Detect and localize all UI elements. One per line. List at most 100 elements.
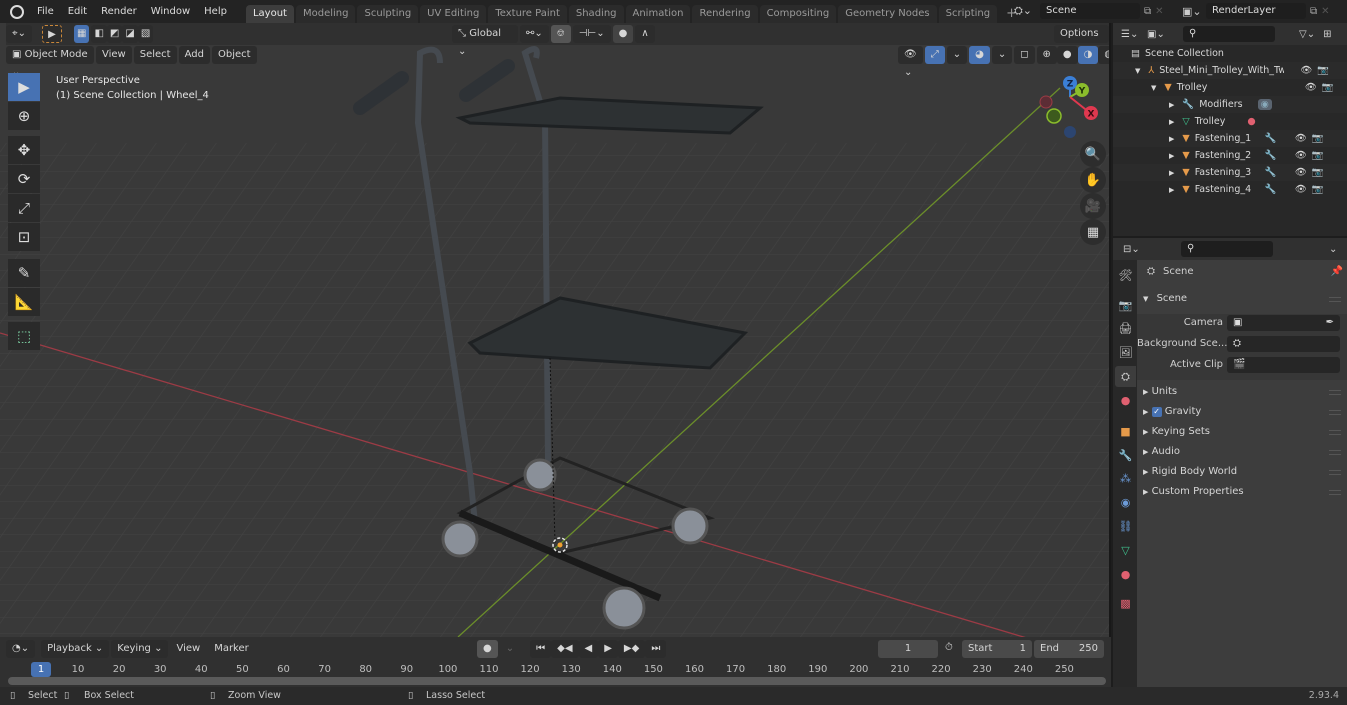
select-mode-extend[interactable]: ◧ — [91, 25, 107, 43]
visibility-eye-icon[interactable]: 👁 — [1295, 150, 1307, 161]
expand-arrow[interactable]: ▶ — [1169, 186, 1174, 194]
outliner-item[interactable]: ▶ ▼ Fastening_2 🔧 👁 📷 — [1113, 147, 1347, 164]
visibility-eye-icon[interactable]: 👁 — [1305, 82, 1317, 93]
tab-constraints[interactable]: ⛓ — [1115, 516, 1136, 537]
menu-help[interactable]: Help — [197, 0, 234, 23]
new-view-layer-icon[interactable]: ⧉ — [1310, 6, 1317, 17]
render-camera-icon[interactable]: 📷 — [1317, 65, 1329, 76]
outliner-item[interactable]: ▶ 🔧 Modifiers ◉ — [1113, 96, 1347, 113]
menu-render[interactable]: Render — [94, 0, 144, 23]
drag-handle[interactable] — [1329, 450, 1341, 455]
menu-file[interactable]: File — [30, 0, 61, 23]
select-mode-subtract[interactable]: ◩ — [106, 25, 123, 43]
tab-layout[interactable]: Layout — [245, 4, 294, 23]
timeline-menu-view[interactable]: View — [170, 640, 206, 658]
panel-scene-header[interactable]: ▼ Scene — [1143, 290, 1187, 308]
expand-arrow[interactable]: ▶ — [1169, 169, 1174, 177]
panel-custom-properties[interactable]: ▶ Custom Properties — [1143, 483, 1244, 501]
eyedropper-icon[interactable]: ✒ — [1326, 315, 1334, 331]
new-collection-icon[interactable]: ⊞ — [1323, 29, 1331, 40]
properties-options-dropdown[interactable]: ⌄ — [1329, 244, 1337, 255]
active-tool-button[interactable]: ▶ — [42, 25, 63, 43]
options-dropdown[interactable]: Options ⌄ — [1054, 25, 1109, 57]
outliner-item[interactable]: ▶ ▼ Fastening_1 🔧 👁 📷 — [1113, 130, 1347, 147]
pan-view-button[interactable]: ✋ — [1080, 167, 1106, 193]
tab-sculpting[interactable]: Sculpting — [357, 4, 419, 23]
tab-rendering[interactable]: Rendering — [692, 4, 758, 23]
outliner-item[interactable]: ▶ ▼ Fastening_4 🔧 👁 📷 — [1113, 181, 1347, 198]
shading-wireframe[interactable]: ⊕ — [1036, 46, 1057, 64]
zoom-view-button[interactable]: 🔍 — [1080, 141, 1106, 167]
render-camera-icon[interactable]: 📷 — [1312, 150, 1324, 161]
outliner-editor-type[interactable]: ☰⌄ — [1121, 29, 1147, 40]
gizmo-neg-y[interactable] — [1046, 108, 1062, 124]
expand-arrow[interactable]: ▶ — [1169, 135, 1174, 143]
drag-handle[interactable] — [1329, 470, 1341, 475]
properties-editor-type[interactable]: ⊟⌄ — [1123, 244, 1181, 255]
menu-view[interactable]: View — [96, 46, 132, 64]
pivot-point-dropdown[interactable]: ⚯⌄ — [520, 25, 549, 43]
delete-scene-icon[interactable]: ✕ — [1155, 6, 1163, 17]
stopwatch-icon[interactable]: ⏱ — [945, 642, 953, 653]
filter-dropdown[interactable]: ▽⌄ — [1299, 29, 1315, 40]
menu-object[interactable]: Object — [211, 46, 257, 64]
outliner-search-input[interactable]: ⚲ — [1183, 26, 1275, 42]
render-camera-icon[interactable]: 📷 — [1322, 82, 1334, 93]
camera-field[interactable]: ▣ ✒ — [1227, 315, 1340, 331]
tab-scripting[interactable]: Scripting — [938, 4, 998, 23]
new-scene-icon[interactable]: ⧉ — [1144, 6, 1151, 17]
3d-viewport[interactable]: Z Y X ⌖⌄ ▶ ▦ ◧ ◩ ◪ ▧ ⤡ Global ⌄ ⚯⌄ ⎊ ⊣⊢⌄… — [0, 23, 1111, 637]
menu-select[interactable]: Select — [133, 46, 177, 64]
jump-start-button[interactable]: ⏮ — [530, 640, 552, 658]
outliner-item[interactable]: ▼ ▼ Trolley 👁 📷 — [1113, 79, 1347, 96]
tab-uv-editing[interactable]: UV Editing — [420, 4, 487, 23]
snap-target-dropdown[interactable]: ⊣⊢⌄ — [572, 25, 611, 43]
start-frame-field[interactable]: Start 1 — [962, 640, 1032, 658]
panel-audio[interactable]: ▶ Audio — [1143, 443, 1180, 461]
drag-handle[interactable] — [1329, 390, 1341, 395]
view-layer-field[interactable]: RenderLayer — [1206, 3, 1306, 19]
tab-world[interactable]: ● — [1115, 390, 1136, 411]
tool-add-cube[interactable]: ⬚ — [8, 322, 40, 350]
tool-select-box[interactable]: ▶ — [8, 73, 40, 101]
jump-end-button[interactable]: ⏭ — [645, 640, 667, 658]
properties-search-input[interactable]: ⚲ — [1181, 241, 1273, 257]
keying-dropdown[interactable]: Keying ⌄ — [111, 640, 169, 658]
menu-window[interactable]: Window — [144, 0, 197, 23]
gizmo-dropdown[interactable]: ⌄ — [946, 46, 968, 64]
panel-keying-sets[interactable]: ▶ Keying Sets — [1143, 423, 1210, 441]
shading-material[interactable]: ◑ — [1077, 46, 1099, 64]
outliner-item[interactable]: ▶ ▽ Trolley ● — [1113, 113, 1347, 130]
expand-arrow[interactable]: ▶ — [1169, 152, 1174, 160]
tab-render[interactable]: 📷 — [1115, 295, 1136, 316]
render-camera-icon[interactable]: 📷 — [1312, 184, 1324, 195]
end-frame-field[interactable]: End 250 — [1034, 640, 1104, 658]
drag-handle[interactable] — [1329, 410, 1341, 415]
perspective-toggle-button[interactable]: ▦ — [1080, 219, 1106, 245]
timeline-editor-type[interactable]: ◔⌄ — [6, 640, 36, 658]
visibility-dropdown[interactable]: 👁⌄ — [898, 46, 923, 78]
scene-name-field[interactable]: Scene — [1040, 3, 1140, 19]
editor-type-button[interactable]: ⌖⌄ — [6, 25, 33, 43]
tab-texture-paint[interactable]: Texture Paint — [488, 4, 567, 23]
outliner-item[interactable]: ▶ ▼ Fastening_3 🔧 👁 📷 — [1113, 164, 1347, 181]
tab-compositing[interactable]: Compositing — [759, 4, 837, 23]
select-mode-intersect[interactable]: ▧ — [137, 25, 154, 43]
shading-solid[interactable]: ● — [1056, 46, 1078, 64]
gizmo-neg-z[interactable] — [1064, 126, 1076, 138]
gravity-checkbox[interactable]: ✓ — [1151, 407, 1162, 417]
menu-add[interactable]: Add — [178, 46, 210, 64]
visibility-eye-icon[interactable]: 👁 — [1295, 184, 1307, 195]
tab-animation[interactable]: Animation — [625, 4, 691, 23]
expand-arrow[interactable]: ▼ — [1135, 67, 1140, 75]
auto-keying-toggle[interactable]: ● — [477, 640, 498, 658]
tool-cursor[interactable]: ⊕ — [8, 102, 40, 130]
camera-view-button[interactable]: 🎥 — [1080, 193, 1106, 219]
render-camera-icon[interactable]: 📷 — [1312, 133, 1324, 144]
tool-annotate[interactable]: ✎ — [8, 259, 40, 287]
proportional-edit-toggle[interactable]: ● — [612, 25, 634, 43]
menu-edit[interactable]: Edit — [61, 0, 94, 23]
current-frame-field[interactable]: 1 — [878, 640, 938, 658]
background-scene-field[interactable]: ⛭ — [1227, 336, 1340, 352]
play-button[interactable]: ▶ — [598, 640, 618, 658]
